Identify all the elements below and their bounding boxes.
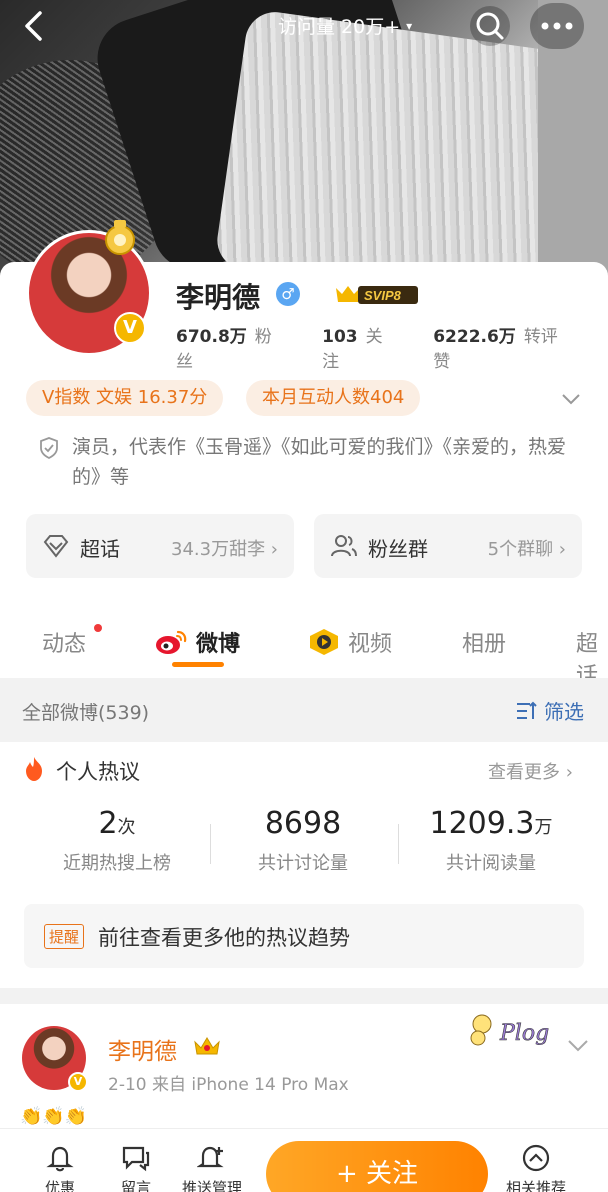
bottom-label: 留言 bbox=[120, 1179, 151, 1192]
profile-bio: 演员，代表作《玉骨遥》《如此可爱的我们》《亲爱的，热爱的》等 bbox=[72, 436, 567, 488]
discount-button[interactable]: 优惠 bbox=[30, 1143, 90, 1192]
profile-name: 李明德 bbox=[176, 281, 261, 314]
supertopic-label: 超话 bbox=[80, 537, 120, 561]
related-recommend-button[interactable]: 相关推荐 bbox=[506, 1143, 566, 1192]
verified-badge-icon: V bbox=[68, 1072, 88, 1092]
svip-badge[interactable]: SVIP8 bbox=[332, 282, 420, 306]
svip-text: SVIP8 bbox=[364, 288, 402, 303]
clap-emoji: 👏👏👏 bbox=[20, 1106, 88, 1127]
diamond-icon bbox=[43, 535, 69, 558]
bottom-action-bar: 优惠 留言 推送管理 + 关注 相关推荐 bbox=[0, 1128, 608, 1192]
metric-hot-search: 2次 近期热搜上榜 bbox=[22, 806, 212, 875]
metric-unit: 万 bbox=[534, 817, 553, 838]
filter-bar: 全部微博(539) 筛选 bbox=[0, 678, 608, 742]
male-gender-icon: ♂ bbox=[276, 282, 300, 306]
supertopic-value: 34.3万甜李 › bbox=[171, 539, 278, 560]
unread-dot bbox=[94, 624, 102, 632]
follow-button[interactable]: + 关注 bbox=[266, 1141, 488, 1192]
metric-label: 共计阅读量 bbox=[446, 853, 536, 874]
metric-value: 2 bbox=[98, 806, 118, 841]
crown-icon bbox=[194, 1037, 220, 1055]
active-tab-indicator bbox=[172, 662, 224, 667]
weibo-count: 全部微博(539) bbox=[22, 702, 150, 724]
stat-following[interactable]: 103 关注 bbox=[322, 322, 399, 372]
metric-unit: 次 bbox=[117, 817, 136, 838]
profile-card: V 李明德 ♂ SVIP8 670.8万 粉丝 103 关注 6222.6万 转评赞 … bbox=[0, 220, 608, 689]
filter-icon bbox=[517, 701, 537, 719]
search-icon[interactable] bbox=[470, 6, 510, 46]
shield-check-icon bbox=[40, 437, 58, 460]
weibo-logo-icon bbox=[156, 630, 187, 654]
metric-discussions: 8698 共计讨论量 bbox=[208, 806, 398, 875]
verified-badge-icon: V bbox=[114, 312, 146, 344]
fans-group-label: 粉丝群 bbox=[368, 537, 428, 561]
top-navigation-bar: 访问量 20万+ ▾ bbox=[0, 0, 608, 54]
post-meta: 2-10 来自 iPhone 14 Pro Max bbox=[108, 1075, 349, 1095]
fans-group-button[interactable]: 粉丝群 5个群聊 › bbox=[314, 514, 582, 578]
metric-label: 共计讨论量 bbox=[258, 853, 348, 874]
trend-reminder[interactable]: 提醒 前往查看更多他的热议趋势 bbox=[24, 904, 584, 968]
visit-count-text: 访问量 20万+ bbox=[278, 16, 401, 38]
chevron-down-icon[interactable] bbox=[566, 1036, 590, 1056]
fire-icon bbox=[26, 757, 42, 781]
remind-tag: 提醒 bbox=[44, 924, 85, 949]
profile-stats: 670.8万 粉丝 103 关注 6222.6万 转评赞 bbox=[176, 322, 608, 372]
filter-button[interactable]: 筛选 bbox=[516, 696, 584, 725]
stat-value: 6222.6万 bbox=[433, 327, 516, 347]
chevron-up-circle-icon bbox=[522, 1144, 550, 1172]
bell-plus-icon bbox=[196, 1146, 224, 1168]
post-author-name[interactable]: 李明德 bbox=[108, 1032, 177, 1066]
stat-value: 670.8万 bbox=[176, 327, 247, 347]
metric-value: 8698 bbox=[264, 806, 342, 841]
personal-hot-topics: 个人热议 查看更多 › 2次 近期热搜上榜 8698 共计讨论量 1209.3万… bbox=[0, 742, 608, 988]
bottom-label: 推送管理 bbox=[182, 1179, 243, 1192]
stat-likes[interactable]: 6222.6万 转评赞 bbox=[433, 322, 574, 372]
push-settings-button[interactable]: 推送管理 bbox=[182, 1143, 242, 1192]
see-more-link[interactable]: 查看更多 › bbox=[488, 758, 573, 784]
video-icon bbox=[310, 629, 338, 655]
profile-tabs: 动态 微博 视频 相册 超话 bbox=[0, 620, 608, 689]
message-button[interactable]: 留言 bbox=[106, 1143, 166, 1192]
metric-reads: 1209.3万 共计阅读量 bbox=[396, 806, 586, 875]
stat-value: 103 bbox=[322, 327, 358, 347]
tab-album[interactable]: 相册 bbox=[462, 626, 506, 658]
bottom-label: 优惠 bbox=[44, 1179, 75, 1192]
filter-label: 筛选 bbox=[544, 700, 584, 724]
supertopic-button[interactable]: 超话 34.3万甜李 › bbox=[26, 514, 294, 578]
hot-title: 个人热议 bbox=[56, 760, 140, 784]
metric-label: 近期热搜上榜 bbox=[63, 853, 171, 874]
bottom-label: 相关推荐 bbox=[506, 1179, 567, 1192]
tab-video[interactable]: 视频 bbox=[348, 626, 392, 658]
back-arrow-icon[interactable] bbox=[18, 10, 50, 42]
interaction-count-badge[interactable]: 本月互动人数404 bbox=[246, 380, 421, 416]
visit-count[interactable]: 访问量 20万+ ▾ bbox=[278, 12, 412, 39]
plog-sticker: Plog bbox=[470, 1014, 549, 1046]
tab-activity[interactable]: 动态 bbox=[42, 626, 86, 658]
fans-group-value: 5个群聊 › bbox=[487, 539, 566, 560]
chevron-down-icon[interactable] bbox=[560, 388, 582, 410]
remind-text: 前往查看更多他的热议趋势 bbox=[98, 926, 350, 950]
group-users-icon bbox=[331, 535, 357, 557]
more-options-icon[interactable] bbox=[530, 3, 584, 49]
avatar-pendant-icon bbox=[105, 220, 135, 255]
metric-value: 1209.3 bbox=[429, 806, 535, 841]
bell-icon bbox=[46, 1146, 74, 1172]
stat-fans[interactable]: 670.8万 粉丝 bbox=[176, 322, 288, 372]
sticker-text: Plog bbox=[499, 1021, 549, 1046]
v-index-badge[interactable]: V指数 文娱 16.37分 bbox=[26, 380, 224, 416]
caret-down-icon: ▾ bbox=[406, 18, 413, 33]
tab-weibo[interactable]: 微博 bbox=[196, 626, 240, 658]
chat-bubble-icon bbox=[122, 1146, 150, 1172]
